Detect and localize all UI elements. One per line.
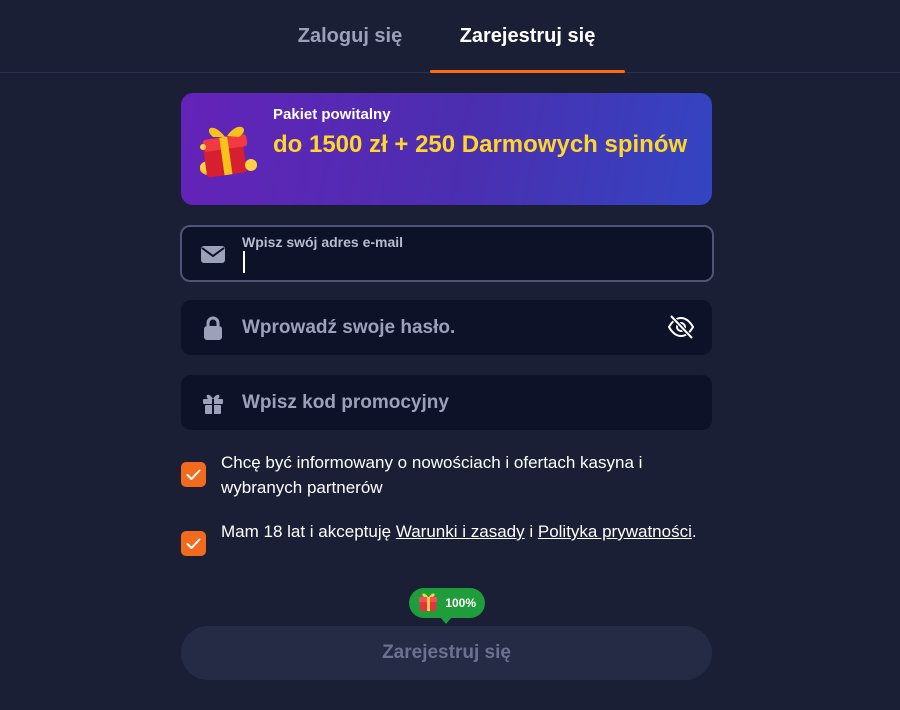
privacy-policy-link[interactable]: Polityka prywatności [538, 522, 692, 541]
auth-tabs: Zaloguj się Zarejestruj się [0, 0, 900, 73]
gift-icon [203, 394, 223, 414]
terms-link[interactable]: Warunki i zasady [396, 522, 525, 541]
progress-label: 100% [445, 596, 476, 610]
envelope-icon [201, 246, 225, 263]
consent-news-text: Chcę być informowany o nowościach i ofer… [221, 453, 643, 497]
password-field[interactable]: Wprowadź swoje hasło. [181, 300, 712, 355]
lock-icon [204, 316, 222, 340]
tab-register[interactable]: Zarejestruj się [430, 0, 625, 73]
email-label: Wpisz swój adres e-mail [242, 234, 404, 250]
registration-progress-badge: 100% [409, 588, 485, 624]
gift-icon [200, 126, 257, 178]
text-cursor [243, 251, 245, 273]
consent-terms-middle: i [524, 522, 538, 541]
tab-login[interactable]: Zaloguj się [270, 0, 430, 73]
password-placeholder: Wprowadź swoje hasło. [242, 316, 456, 338]
checkmark-icon [186, 469, 201, 480]
consent-terms-text: Mam 18 lat i akceptuję Warunki i zasady … [221, 519, 721, 544]
checkmark-icon [186, 538, 201, 549]
promo-code-field[interactable]: Wpisz kod promocyjny [181, 375, 712, 430]
active-tab-indicator [430, 70, 625, 73]
consent-news-checkbox[interactable] [181, 462, 206, 487]
email-field[interactable]: Wpisz swój adres e-mail [180, 225, 714, 282]
promo-code-placeholder: Wpisz kod promocyjny [242, 391, 449, 413]
banner-title: do 1500 zł + 250 Darmowych spinów [273, 131, 688, 158]
register-submit-button[interactable]: Zarejestruj się [181, 626, 712, 680]
gift-icon [419, 593, 437, 611]
eye-off-icon[interactable] [666, 312, 696, 342]
welcome-bonus-banner: Pakiet powitalny do 1500 zł + 250 Darmow… [181, 93, 712, 205]
consent-terms-suffix: . [691, 522, 697, 541]
consent-terms-prefix: Mam 18 lat i akceptuję [221, 522, 396, 541]
banner-subtitle: Pakiet powitalny [273, 106, 391, 123]
consent-terms-checkbox[interactable] [181, 531, 206, 556]
